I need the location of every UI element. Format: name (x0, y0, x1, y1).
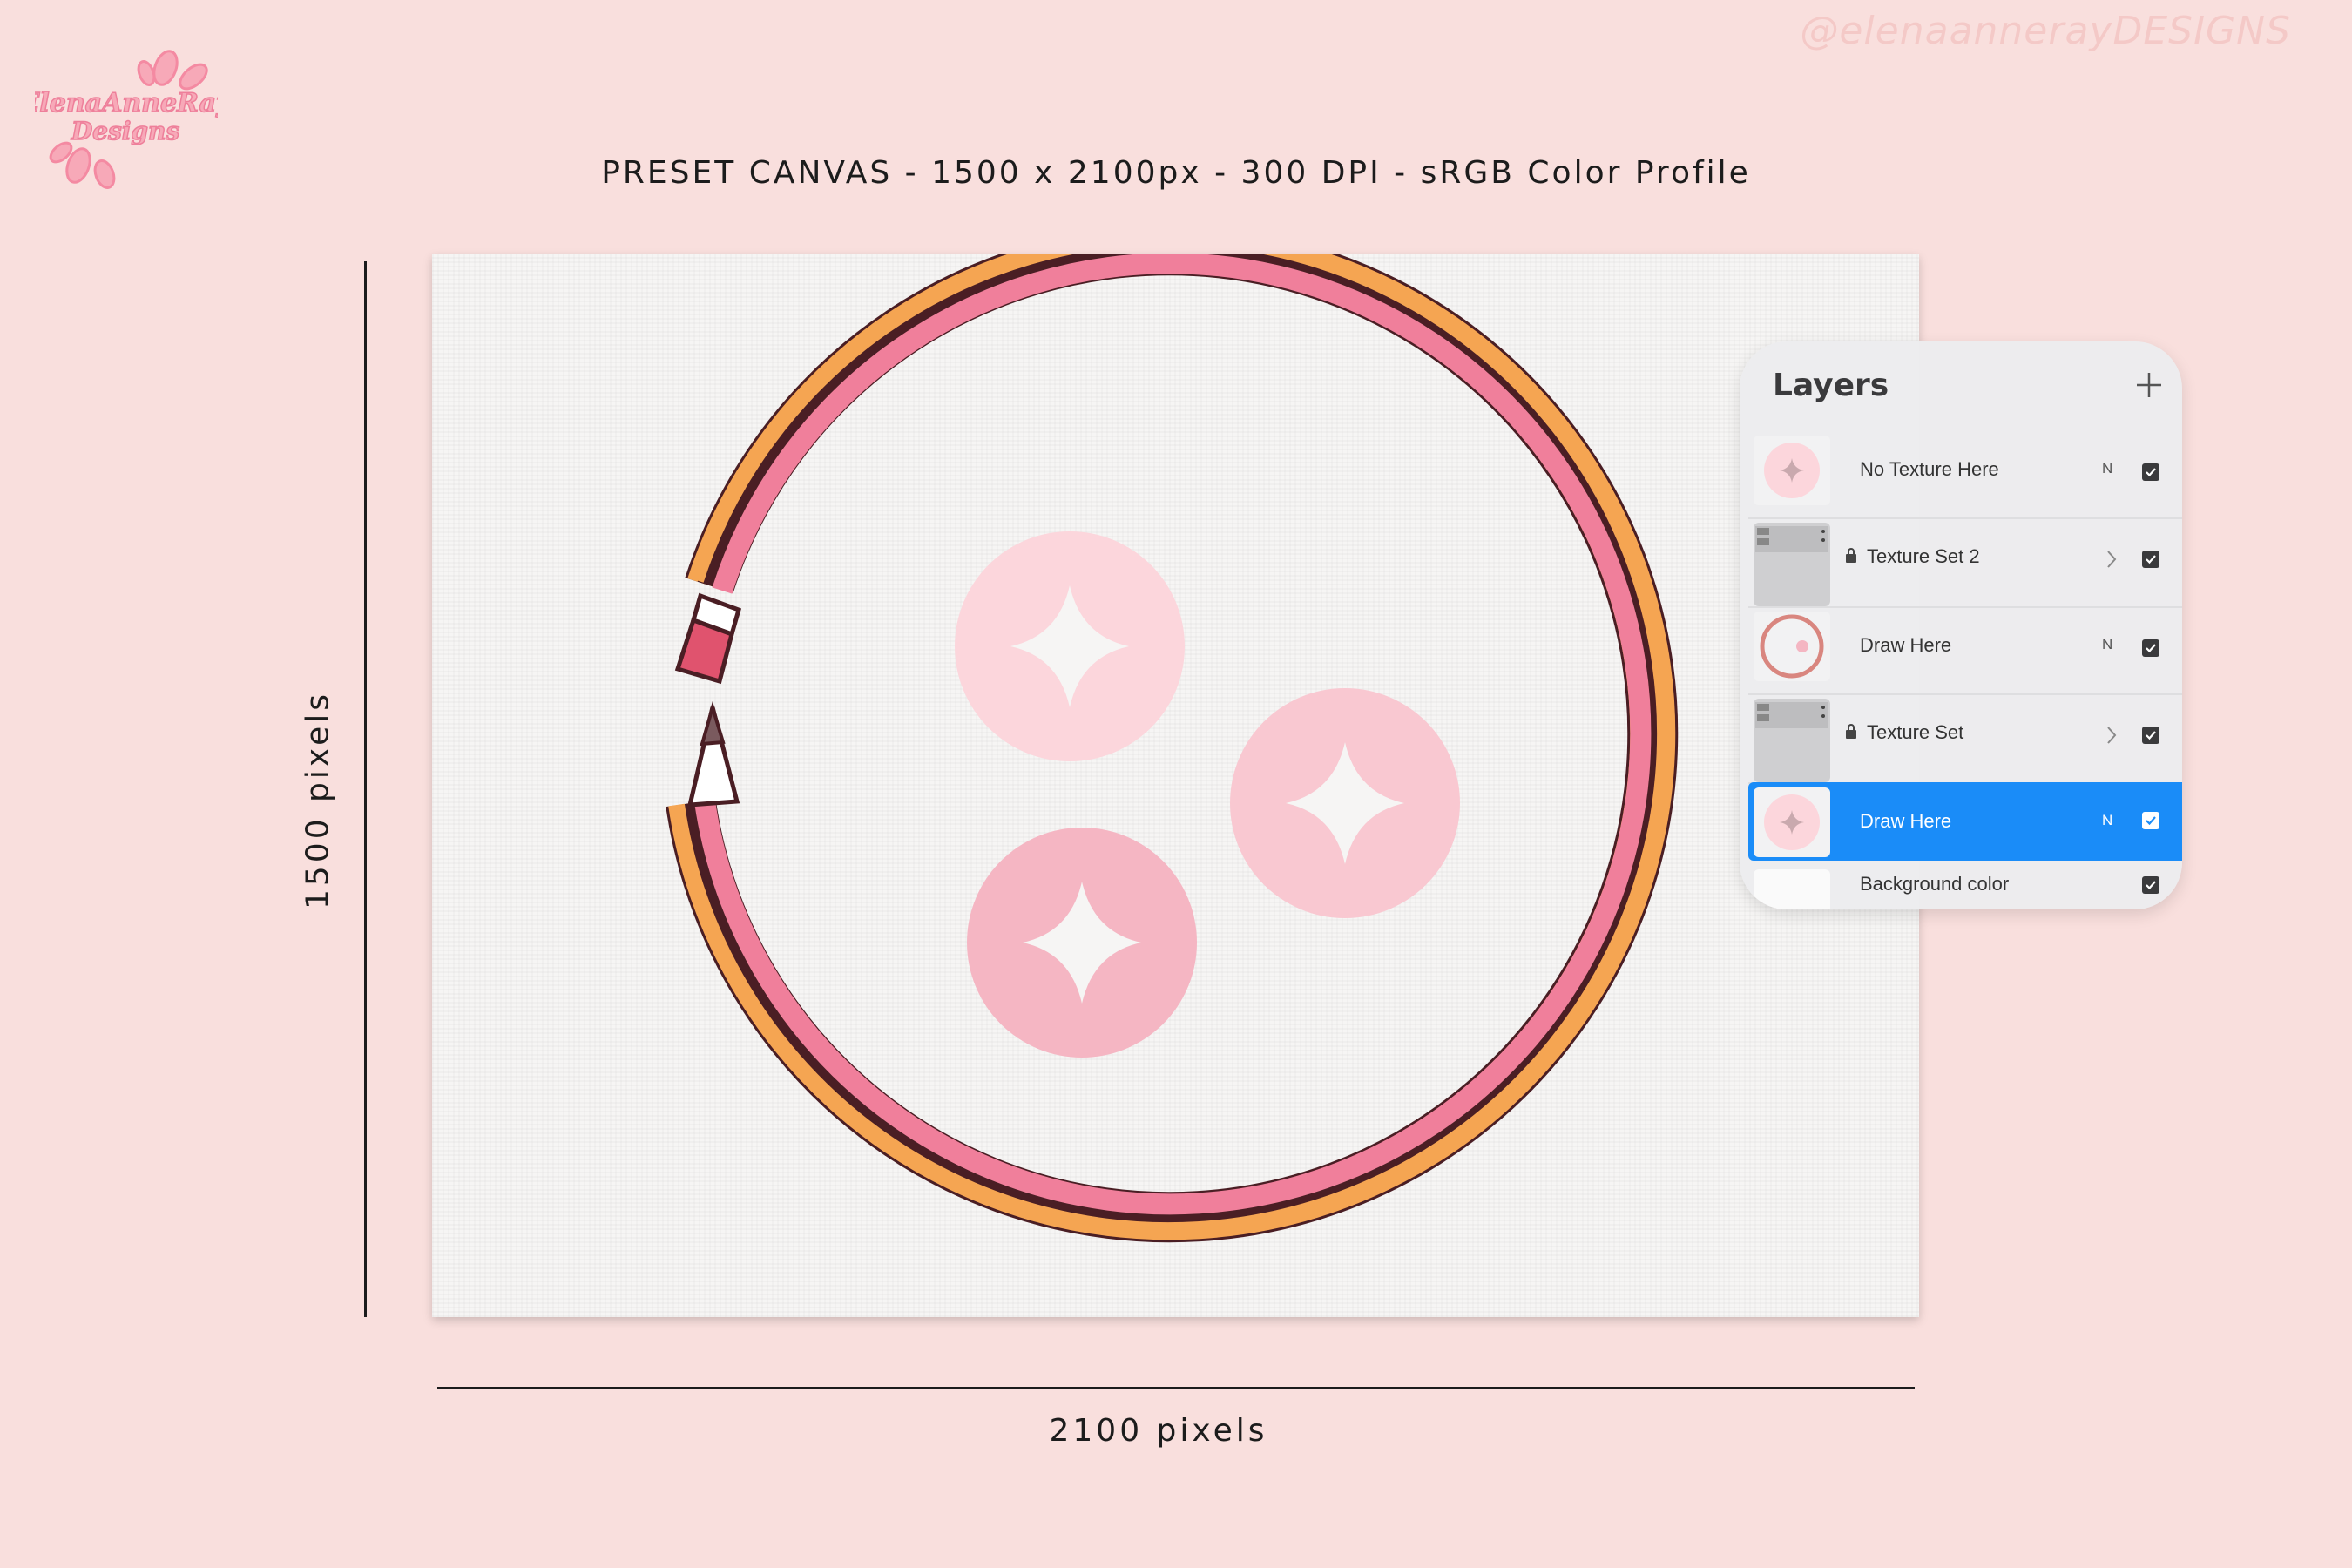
svg-text:ElenaAnneRay: ElenaAnneRay (35, 88, 218, 118)
height-dimension-line (364, 261, 367, 1317)
layer-name: Texture Set (1867, 721, 1964, 743)
layers-panel-title: Layers (1773, 368, 1889, 403)
layer-name: Draw Here (1860, 810, 1952, 832)
sparkle-circle-bottom (967, 828, 1197, 1058)
layers-panel: Layers No Texture Here N Texture Set 2 D… (1740, 341, 2182, 909)
layer-row-no-texture-here[interactable]: No Texture Here N (1748, 430, 2182, 519)
blend-mode-button[interactable]: N (2102, 460, 2112, 477)
layer-thumbnail (1754, 436, 1830, 505)
watermark-text: @elenaannerayDESIGNS (1800, 9, 2291, 53)
height-dimension-label: 1500 pixels (300, 690, 336, 910)
visibility-checkbox[interactable] (2142, 551, 2159, 568)
lock-icon (1846, 548, 1856, 563)
visibility-checkbox[interactable] (2142, 812, 2159, 829)
page-title: PRESET CANVAS - 1500 x 2100px - 300 DPI … (601, 155, 1751, 191)
pencil-eraser (674, 592, 742, 685)
drawing-canvas[interactable] (432, 254, 1919, 1317)
canvas-artwork (666, 254, 1679, 1243)
layer-thumbnail (1754, 787, 1830, 857)
svg-text:Designs: Designs (71, 117, 179, 145)
layer-row-draw-here-selected[interactable]: Draw Here N (1748, 782, 2182, 861)
visibility-checkbox[interactable] (2142, 639, 2159, 657)
width-dimension-label: 2100 pixels (1049, 1413, 1268, 1449)
visibility-checkbox[interactable] (2142, 727, 2159, 744)
chevron-right-icon[interactable] (2105, 549, 2118, 570)
blend-mode-button[interactable]: N (2102, 636, 2112, 653)
layer-row-draw-here[interactable]: Draw Here N (1748, 606, 2182, 695)
layer-row-background-color[interactable]: Background color (1748, 864, 2182, 909)
lock-icon (1846, 724, 1856, 739)
width-dimension-line (437, 1387, 1915, 1389)
pencil-tip (686, 700, 740, 808)
group-thumbnail (1754, 699, 1830, 782)
sparkle-circle-top (955, 531, 1185, 761)
layer-row-texture-set[interactable]: Texture Set (1748, 693, 2182, 784)
blend-mode-button[interactable]: N (2102, 812, 2112, 829)
layer-name: Draw Here (1860, 634, 1952, 656)
plus-icon[interactable] (2133, 369, 2165, 401)
layer-name: Background color (1860, 873, 2010, 895)
layer-row-texture-set-2[interactable]: Texture Set 2 (1748, 517, 2182, 608)
visibility-checkbox[interactable] (2142, 876, 2159, 894)
visibility-checkbox[interactable] (2142, 463, 2159, 481)
layer-thumbnail (1754, 612, 1830, 681)
chevron-right-icon[interactable] (2105, 725, 2118, 746)
layer-name: Texture Set 2 (1867, 545, 1980, 567)
group-thumbnail (1754, 523, 1830, 606)
sparkle-circle-right (1230, 688, 1460, 918)
layer-thumbnail (1754, 869, 1830, 909)
layer-name: No Texture Here (1860, 458, 1999, 480)
pencil-ring (666, 254, 1679, 1243)
